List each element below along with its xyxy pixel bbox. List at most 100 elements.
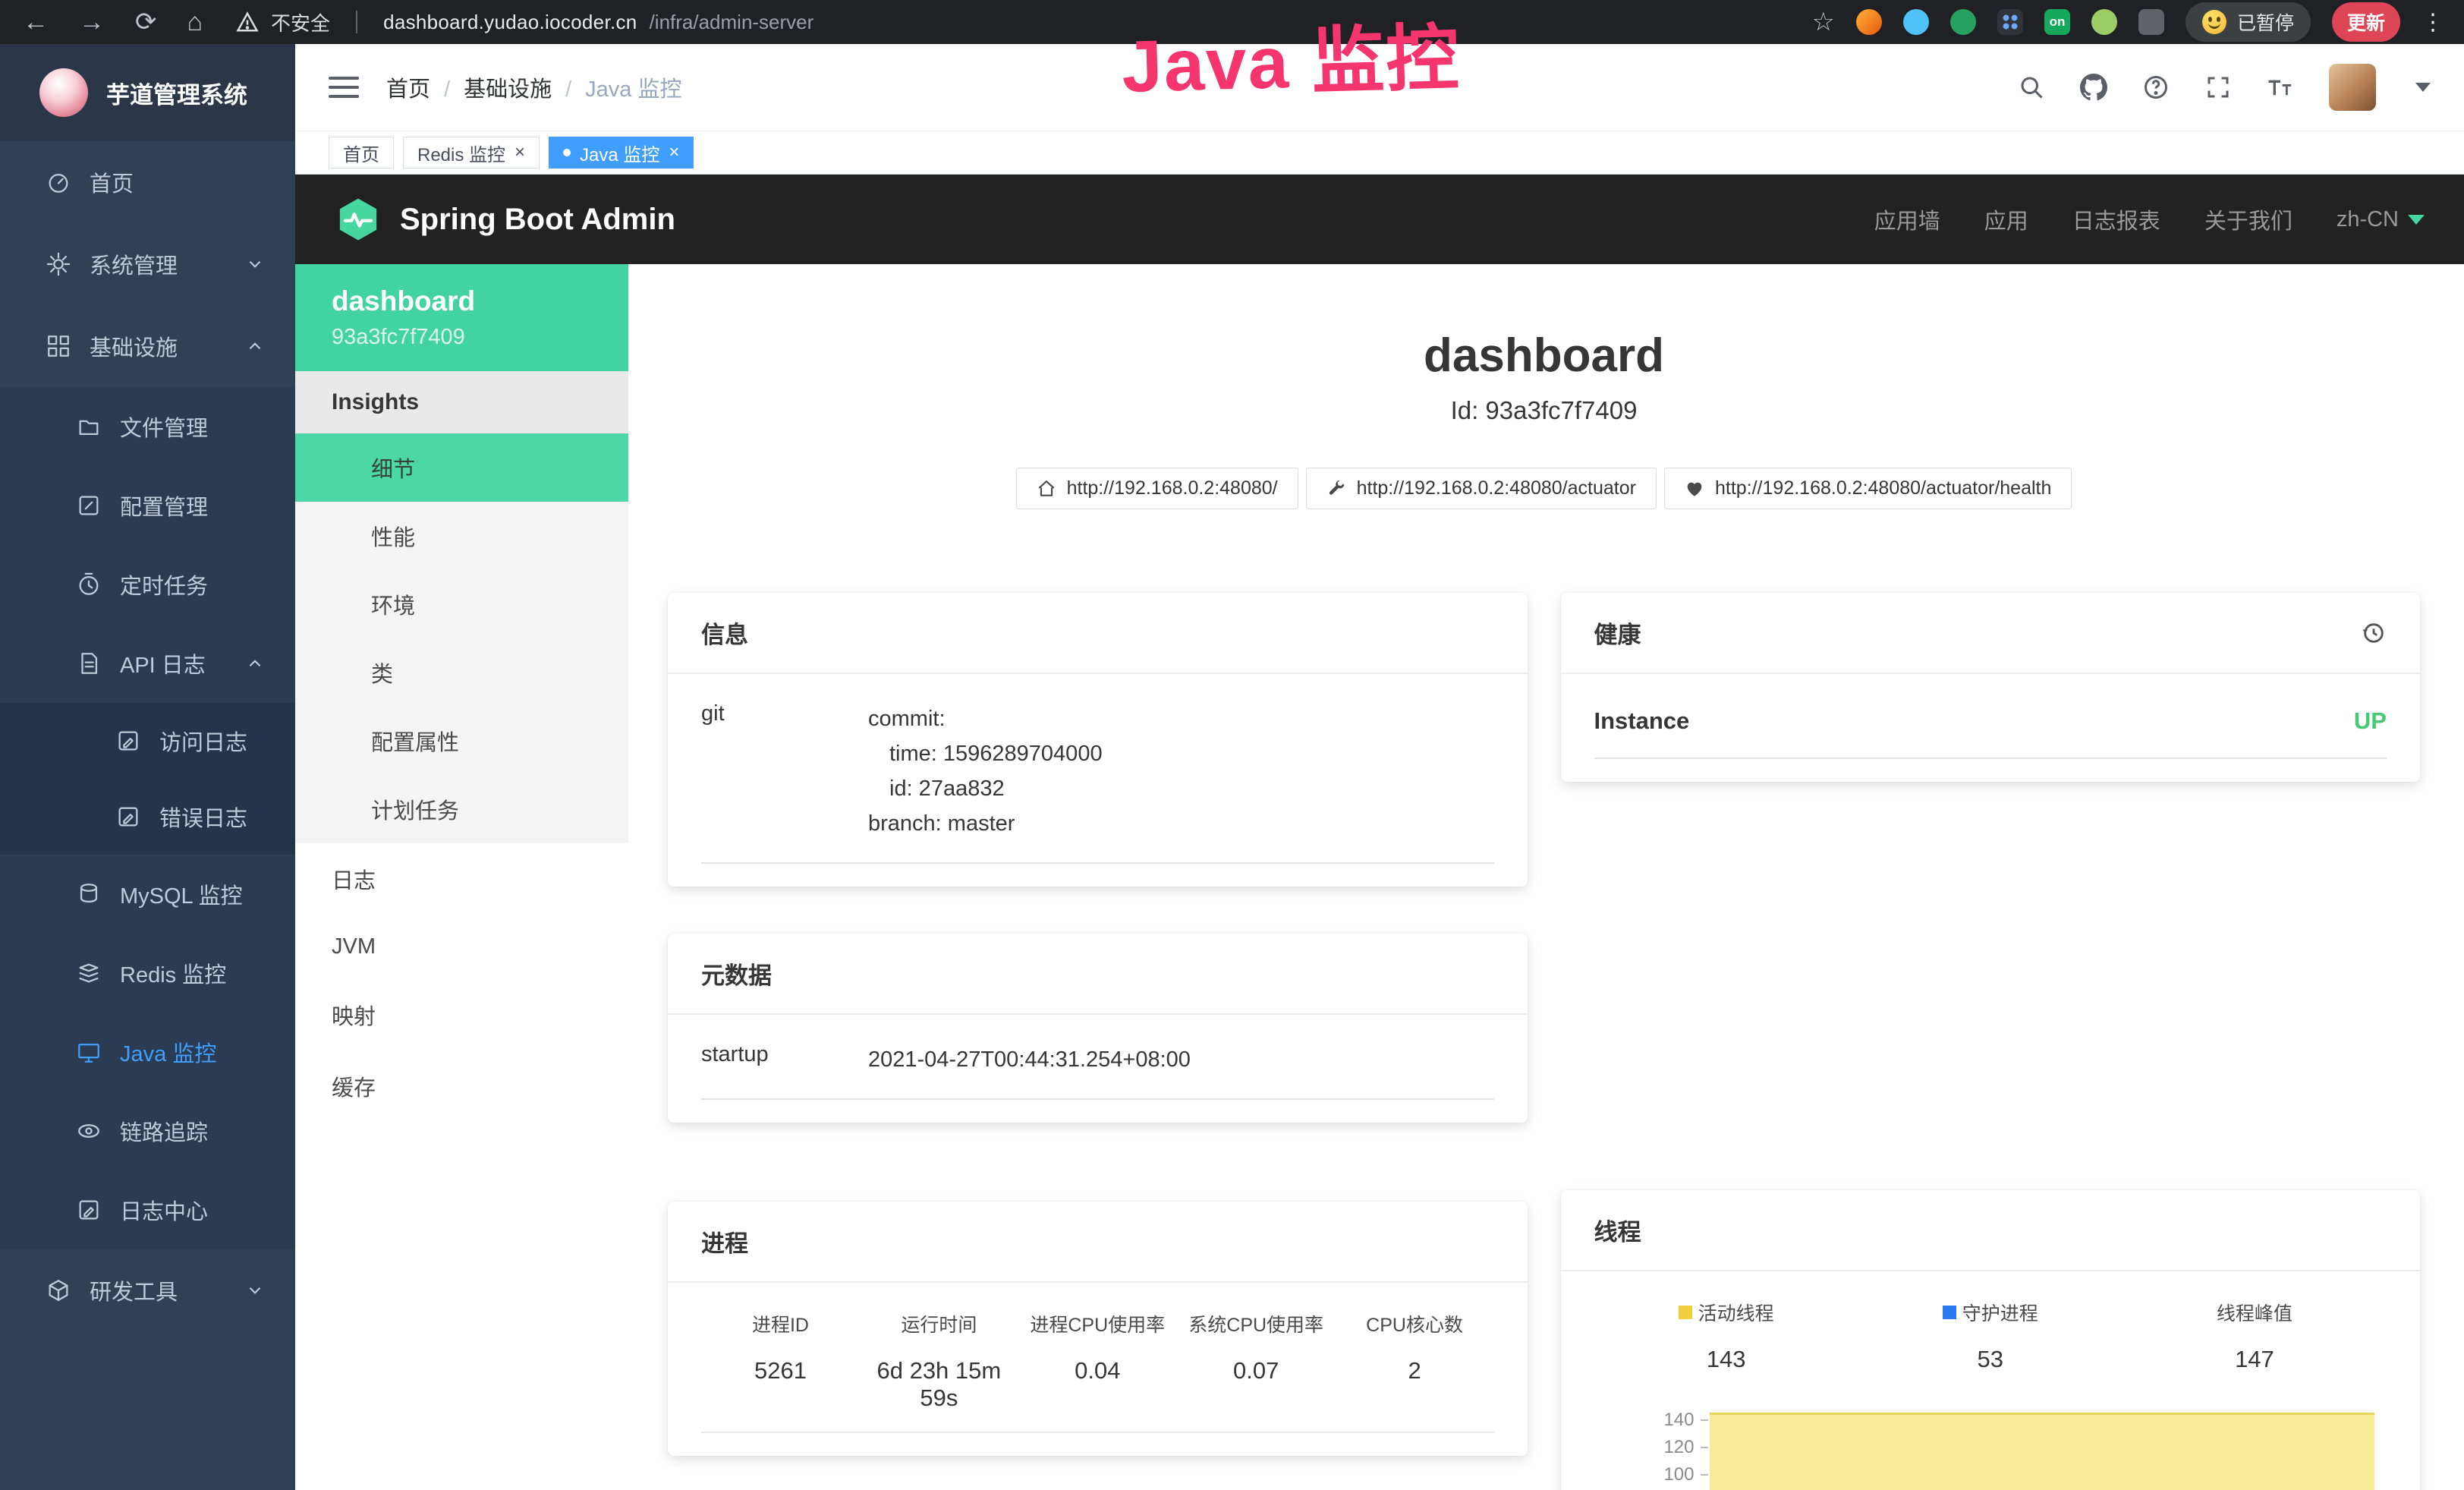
sba-nav-wallboard[interactable]: 应用墙 — [1874, 203, 1940, 235]
sidebar-item-access-logs[interactable]: 访问日志 — [0, 703, 295, 779]
chevron-up-icon — [245, 336, 265, 356]
gear-icon — [46, 251, 71, 277]
actuator-url-link[interactable]: http://192.168.0.2:48080/actuator — [1306, 468, 1657, 509]
extension-icon-1[interactable] — [1856, 9, 1882, 35]
fullscreen-icon[interactable] — [2204, 74, 2232, 101]
extension-icon-4[interactable] — [1997, 9, 2023, 35]
breadcrumb-infrastructure[interactable]: 基础设施 — [430, 71, 552, 103]
spring-boot-admin-logo — [335, 196, 382, 243]
sidebar-item-java-monitor[interactable]: Java 监控 — [0, 1013, 295, 1092]
sidebar-item-redis[interactable]: Redis 监控 — [0, 934, 295, 1013]
sidebar-item-home[interactable]: 首页 — [0, 141, 295, 223]
database-icon — [76, 881, 102, 907]
sidebar-item-api-logs[interactable]: API 日志 — [0, 624, 295, 703]
warning-icon — [236, 11, 259, 33]
sba-item-jvm[interactable]: JVM — [295, 915, 628, 979]
breadcrumb-current: Java 监控 — [552, 71, 681, 103]
breadcrumb: 首页 基础设施 Java 监控 — [386, 71, 681, 103]
extension-icon-on[interactable]: on — [2044, 9, 2070, 35]
tab-home[interactable]: 首页 — [329, 137, 394, 169]
avatar-caret-icon[interactable] — [2415, 83, 2431, 92]
home-icon[interactable]: ⌂ — [187, 8, 203, 37]
font-size-icon[interactable] — [2267, 74, 2294, 101]
daemon-threads-swatch — [1943, 1306, 1956, 1319]
reload-icon[interactable]: ⟳ — [135, 7, 157, 37]
metadata-startup-row: startup 2021-04-27T00:44:31.254+08:00 — [701, 1042, 1494, 1100]
extension-icon-5[interactable] — [2091, 9, 2117, 35]
metadata-card-title: 元数据 — [668, 934, 1528, 1015]
sba-header: Spring Boot Admin 应用墙 应用 日志报表 关于我们 zh-CN — [295, 175, 2464, 264]
paused-label: 已暂停 — [2237, 8, 2294, 36]
extension-icon-3[interactable] — [1950, 9, 1976, 35]
info-git-row: git commit: time: 1596289704000 id: 27aa… — [701, 701, 1494, 864]
thread-metrics: 活动线程 143 守护进程 53 线程峰值 14 — [1594, 1299, 2387, 1381]
instance-header[interactable]: dashboard 93a3fc7f7409 — [295, 264, 628, 371]
sidebar-item-log-center[interactable]: 日志中心 — [0, 1170, 295, 1249]
sba-item-config-props[interactable]: 配置属性 — [295, 707, 628, 775]
health-url-link[interactable]: http://192.168.0.2:48080/actuator/health — [1664, 468, 2072, 509]
sidebar-item-mysql[interactable]: MySQL 监控 — [0, 855, 295, 934]
paused-badge[interactable]: 已暂停 — [2186, 2, 2311, 42]
close-icon[interactable] — [669, 142, 679, 163]
tab-java-monitor[interactable]: Java 监控 — [549, 137, 694, 169]
sba-nav-applications[interactable]: 应用 — [1984, 203, 2028, 235]
breadcrumb-home[interactable]: 首页 — [386, 71, 430, 103]
sba-main: dashboard Id: 93a3fc7f7409 http://192.16… — [628, 264, 2464, 1490]
forward-icon[interactable]: → — [79, 8, 105, 37]
cube-icon — [46, 1277, 71, 1303]
chevron-up-icon — [245, 654, 265, 673]
chevron-down-icon — [245, 1281, 265, 1300]
back-icon[interactable]: ← — [23, 8, 49, 37]
sba-item-performance[interactable]: 性能 — [295, 502, 628, 570]
url-path[interactable]: /infra/admin-server — [650, 11, 814, 34]
sidebar-item-tracing[interactable]: 链路追踪 — [0, 1092, 295, 1170]
monitor-icon — [76, 1039, 102, 1065]
sidebar-item-error-logs[interactable]: 错误日志 — [0, 779, 295, 855]
sba-item-details[interactable]: 细节 — [295, 433, 628, 502]
app-logo[interactable]: 芋道管理系统 — [0, 44, 295, 141]
sidebar-item-infrastructure[interactable]: 基础设施 — [0, 305, 295, 387]
screen: ← → ⟳ ⌂ 不安全 dashboard.yudao.iocoder.cn/i… — [0, 0, 2464, 1490]
language-selector[interactable]: zh-CN — [2337, 207, 2425, 232]
status-badge: UP — [2354, 707, 2387, 735]
bookmark-star-icon[interactable]: ☆ — [1811, 7, 1834, 37]
update-button[interactable]: 更新 — [2332, 2, 2400, 42]
sba-item-environment[interactable]: 环境 — [295, 570, 628, 638]
metric-live-threads: 活动线程 143 — [1594, 1299, 1858, 1373]
help-icon[interactable] — [2142, 74, 2170, 101]
instance-id-line: Id: 93a3fc7f7409 — [668, 396, 2420, 425]
sba-nav-about[interactable]: 关于我们 — [2204, 203, 2292, 235]
sba-item-classes[interactable]: 类 — [295, 638, 628, 707]
browser-menu-icon[interactable]: ⋮ — [2422, 9, 2444, 36]
sba-item-logs[interactable]: 日志 — [295, 843, 628, 915]
active-dot-icon — [563, 149, 571, 156]
sidebar-item-dev-tools[interactable]: 研发工具 — [0, 1249, 295, 1331]
address-bar[interactable]: 不安全 dashboard.yudao.iocoder.cn/infra/adm… — [236, 8, 813, 36]
sba-item-mappings[interactable]: 映射 — [295, 979, 628, 1051]
wrench-icon — [1326, 479, 1346, 499]
app-sidebar: 芋道管理系统 首页 系统管理 基础设施 文件管理 — [0, 44, 295, 1490]
sidebar-item-jobs[interactable]: 定时任务 — [0, 545, 295, 624]
url-domain[interactable]: dashboard.yudao.iocoder.cn — [383, 11, 637, 34]
extension-icon-2[interactable] — [1903, 9, 1929, 35]
search-icon[interactable] — [2018, 74, 2045, 101]
user-avatar[interactable] — [2329, 64, 2376, 111]
close-icon[interactable] — [515, 142, 525, 163]
history-icon[interactable] — [2361, 620, 2387, 646]
sba-item-scheduled-tasks[interactable]: 计划任务 — [295, 775, 628, 843]
sidebar-item-config[interactable]: 配置管理 — [0, 466, 295, 545]
sidebar-item-system[interactable]: 系统管理 — [0, 223, 295, 305]
hamburger-icon[interactable] — [329, 77, 359, 98]
extensions-puzzle-icon[interactable] — [2138, 9, 2164, 35]
sidebar-item-files[interactable]: 文件管理 — [0, 387, 295, 466]
sba-nav-journal[interactable]: 日志报表 — [2072, 203, 2160, 235]
sba-brand[interactable]: Spring Boot Admin — [400, 203, 675, 237]
sba-group-insights: Insights — [295, 371, 628, 433]
tab-redis-monitor[interactable]: Redis 监控 — [403, 137, 540, 169]
github-icon[interactable] — [2080, 74, 2107, 101]
security-label[interactable]: 不安全 — [271, 8, 330, 36]
instance-url-link[interactable]: http://192.168.0.2:48080/ — [1016, 468, 1298, 509]
metric-pid: 进程ID 5261 — [701, 1310, 860, 1412]
sba-item-caches[interactable]: 缓存 — [295, 1051, 628, 1122]
topbar: 首页 基础设施 Java 监控 — [295, 44, 2464, 131]
